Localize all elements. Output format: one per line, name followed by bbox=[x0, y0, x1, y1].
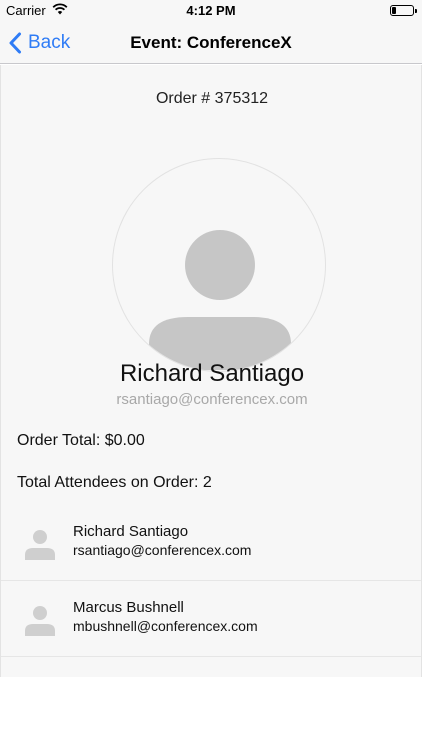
navigation-bar: Back Event: ConferenceX bbox=[0, 22, 422, 64]
status-bar: Carrier 4:12 PM bbox=[0, 0, 422, 22]
person-icon bbox=[25, 530, 55, 560]
attendee-list: Richard Santiago rsantiago@conferencex.c… bbox=[1, 505, 421, 657]
clock: 4:12 PM bbox=[186, 3, 236, 18]
attendee-email: mbushnell@conferencex.com bbox=[73, 618, 258, 634]
profile-email: rsantiago@conferencex.com bbox=[116, 391, 308, 408]
order-number: Order # 375312 bbox=[155, 90, 269, 107]
person-icon bbox=[25, 606, 55, 636]
battery-icon bbox=[390, 5, 417, 16]
attendee-email: rsantiago@conferencex.com bbox=[73, 542, 252, 558]
page-title: Event: ConferenceX bbox=[130, 33, 292, 52]
total-attendees: Total Attendees on Order: 2 bbox=[17, 474, 212, 491]
profile-name: Richard Santiago bbox=[119, 360, 305, 387]
order-detail: Order # 375312 Richard Santiago rsantiag… bbox=[0, 65, 422, 677]
list-item[interactable]: Richard Santiago rsantiago@conferencex.c… bbox=[1, 505, 421, 581]
avatar bbox=[112, 158, 326, 372]
attendee-name: Marcus Bushnell bbox=[73, 599, 184, 616]
person-placeholder-icon bbox=[149, 230, 291, 370]
order-total: Order Total: $0.00 bbox=[17, 432, 145, 449]
list-item[interactable]: Marcus Bushnell mbushnell@conferencex.co… bbox=[1, 581, 421, 657]
attendee-name: Richard Santiago bbox=[73, 523, 189, 540]
